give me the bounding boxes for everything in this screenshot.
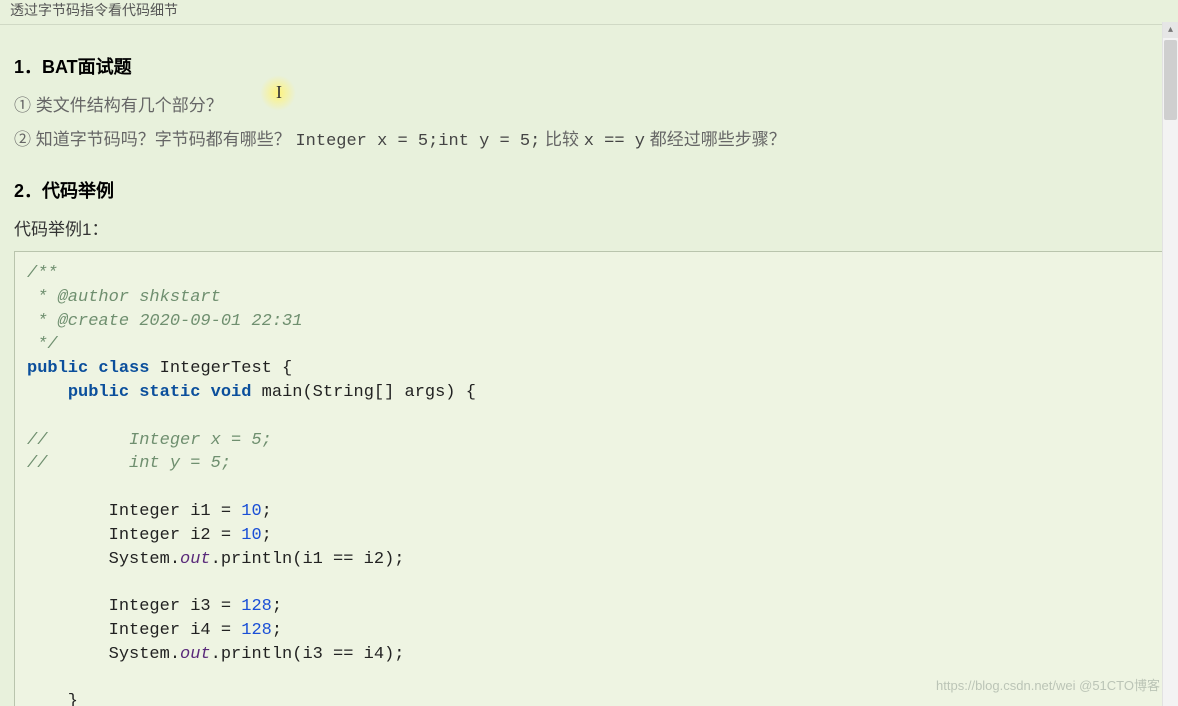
q2-suffix: 都经过哪些步骤？ (650, 130, 786, 149)
doc-comment-2: * @author shkstart (27, 288, 221, 307)
line-print2-b: .println(i3 == i4); (211, 645, 405, 664)
scroll-up-button[interactable]: ▴ (1163, 22, 1178, 38)
example-label: 代码举例1： (14, 213, 1164, 247)
question-1: ① 类文件结构有几个部分？ (14, 89, 1164, 123)
field-out-2: out (180, 645, 211, 664)
q2-compare: x == y (584, 132, 645, 151)
line-i4-b: ; (272, 621, 282, 640)
code-block: /** * @author shkstart * @create 2020-09… (14, 251, 1164, 706)
content-area: 1．BAT面试题 ① 类文件结构有几个部分？ ② 知道字节码吗？字节码都有哪些？… (0, 25, 1178, 706)
heading-2: 2．代码举例 (14, 177, 1164, 203)
doc-comment-3: * @create 2020-09-01 22:31 (27, 312, 302, 331)
main-sig: main(String[] args) { (262, 383, 476, 402)
line-i1-b: ; (262, 502, 272, 521)
scroll-thumb[interactable] (1164, 40, 1177, 120)
text-caret-icon: I (276, 82, 282, 103)
line-i4-a: Integer i4 = (27, 621, 241, 640)
line-i2-b: ; (262, 526, 272, 545)
kw-public-2: public (68, 383, 129, 402)
line-i1-a: Integer i1 = (27, 502, 241, 521)
class-name: IntegerTest (160, 359, 272, 378)
vertical-scrollbar[interactable]: ▴ (1162, 22, 1178, 706)
kw-static: static (139, 383, 200, 402)
kw-public-1: public (27, 359, 88, 378)
kw-class: class (98, 359, 149, 378)
kw-void: void (211, 383, 252, 402)
line-comment-2: // int y = 5; (27, 454, 231, 473)
num-10-a: 10 (241, 502, 261, 521)
close-brace: } (27, 692, 78, 706)
document-page: 透过字节码指令看代码细节 1．BAT面试题 ① 类文件结构有几个部分？ ② 知道… (0, 0, 1178, 706)
q2-mid: 比较 (545, 130, 584, 149)
line-i2-a: Integer i2 = (27, 526, 241, 545)
line-print1-a: System. (27, 550, 180, 569)
num-128-b: 128 (241, 621, 272, 640)
question-2: ② 知道字节码吗？字节码都有哪些？ Integer x = 5;int y = … (14, 123, 1164, 159)
line-i3-b: ; (272, 597, 282, 616)
line-print1-b: .println(i1 == i2); (211, 550, 405, 569)
heading-1: 1．BAT面试题 (14, 53, 1164, 79)
num-128-a: 128 (241, 597, 272, 616)
top-caption: 透过字节码指令看代码细节 (0, 0, 1178, 25)
q2-prefix: ② 知道字节码吗？字节码都有哪些？ (14, 130, 291, 149)
num-10-b: 10 (241, 526, 261, 545)
field-out-1: out (180, 550, 211, 569)
q2-code: Integer x = 5;int y = 5; (295, 132, 540, 151)
line-comment-1: // Integer x = 5; (27, 431, 272, 450)
doc-comment-4: */ (27, 335, 58, 354)
watermark: https://blog.csdn.net/wei @51CTO博客 (936, 675, 1160, 694)
doc-comment-1: /** (27, 264, 58, 283)
line-i3-a: Integer i3 = (27, 597, 241, 616)
line-print2-a: System. (27, 645, 180, 664)
